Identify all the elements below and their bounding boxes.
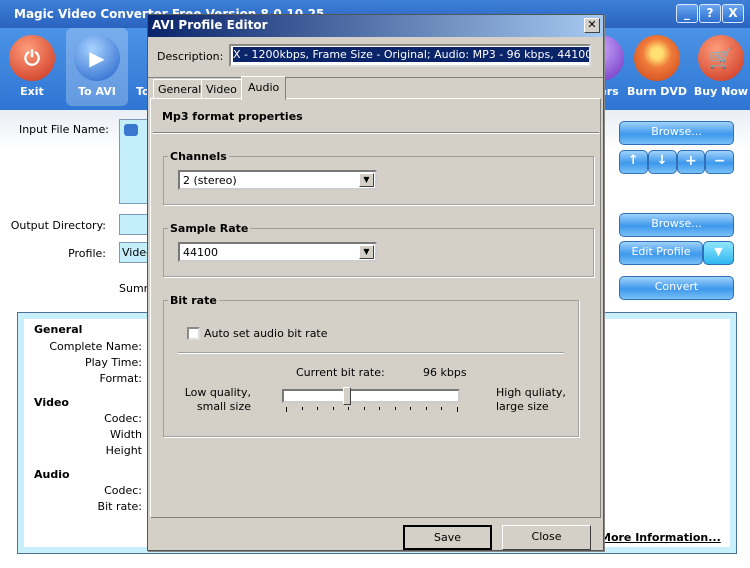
low-quality-line1: Low quality,: [184, 386, 251, 399]
audio-codec-label: Codec:: [104, 484, 142, 497]
dialog-title: AVI Profile Editor: [152, 18, 268, 32]
to-avi-label: To AVI: [78, 85, 116, 98]
avi-profile-editor-dialog: AVI Profile Editor ✕ Description: X - 12…: [147, 14, 604, 551]
slider-tick: [441, 407, 442, 410]
edit-profile-group: Edit Profile ▼: [619, 241, 734, 265]
channels-select[interactable]: 2 (stereo) ▼: [178, 170, 377, 190]
browse-output-button[interactable]: Browse...: [619, 213, 734, 237]
add-icon[interactable]: +: [676, 150, 706, 174]
complete-name-label: Complete Name:: [49, 340, 142, 353]
slider-tick: [301, 407, 303, 410]
slider-tick: [317, 407, 318, 410]
more-information-link[interactable]: More Information...: [600, 531, 721, 544]
play-time-label: Play Time:: [84, 356, 142, 369]
auto-bitrate-checkbox[interactable]: [187, 327, 200, 340]
current-bitrate-label: Current bit rate:: [296, 366, 385, 379]
tab-general[interactable]: General: [153, 79, 207, 99]
window-controls: _ ? X: [676, 4, 744, 23]
close-dialog-button[interactable]: Close: [502, 525, 591, 550]
slider-tick: [410, 407, 411, 410]
tab-audio[interactable]: Audio: [241, 76, 287, 100]
to-avi-button[interactable]: ▶ To AVI: [66, 28, 128, 106]
high-quality-line2: large size: [496, 400, 549, 413]
play-icon: ▶: [74, 35, 120, 81]
description-value: X - 1200kbps, Frame Size - Original; Aud…: [233, 47, 589, 62]
mp3-properties-heading: Mp3 format properties: [162, 110, 303, 123]
browse-input-button[interactable]: Browse...: [619, 121, 734, 145]
buy-now-button[interactable]: 🛒 Buy Now: [690, 28, 750, 106]
slider-tick: [456, 407, 458, 412]
sample-rate-value: 44100: [183, 246, 218, 259]
slider-tick: [394, 407, 396, 410]
description-input[interactable]: X - 1200kbps, Frame Size - Original; Aud…: [229, 44, 591, 67]
move-up-icon[interactable]: ↑: [619, 150, 648, 174]
sample-rate-label: Sample Rate: [168, 222, 251, 235]
burn-dvd-button[interactable]: Burn DVD: [626, 28, 688, 106]
list-controls: ↑ ↓ + −: [619, 150, 734, 174]
cart-icon: 🛒: [698, 35, 744, 81]
sample-rate-select[interactable]: 44100 ▼: [178, 242, 377, 262]
height-label: Height: [105, 444, 142, 457]
chevron-down-icon[interactable]: ▼: [359, 173, 374, 187]
exit-label: Exit: [20, 85, 44, 98]
video-codec-label: Codec:: [104, 412, 142, 425]
chevron-down-icon[interactable]: ▼: [359, 245, 374, 259]
info-audio-heading: Audio: [34, 468, 70, 481]
channels-label: Channels: [168, 150, 229, 163]
bit-rate-group-label: Bit rate: [168, 294, 219, 307]
slider-tick: [363, 407, 365, 410]
video-file-icon: [124, 124, 138, 136]
help-button[interactable]: ?: [699, 4, 721, 23]
channels-value: 2 (stereo): [183, 174, 237, 187]
save-button[interactable]: Save: [403, 525, 492, 550]
output-directory-label: Output Directory:: [10, 219, 106, 232]
slider-tick: [425, 407, 427, 410]
dialog-title-bar: AVI Profile Editor ✕: [148, 15, 603, 37]
info-video-heading: Video: [34, 396, 69, 409]
power-icon: ⏻: [9, 35, 55, 81]
low-quality-label: Low quality, small size: [168, 386, 251, 414]
chevron-down-icon[interactable]: ▼: [703, 241, 734, 265]
format-label: Format:: [99, 372, 142, 385]
slider-tick: [379, 407, 380, 410]
description-label: Description:: [157, 50, 224, 63]
width-label: Width: [110, 428, 142, 441]
dialog-close-icon[interactable]: ✕: [584, 18, 600, 33]
slider-thumb[interactable]: [343, 387, 352, 405]
auto-bitrate-label: Auto set audio bit rate: [204, 327, 328, 340]
convert-button[interactable]: Convert: [619, 276, 734, 300]
close-button[interactable]: X: [722, 4, 744, 23]
slider-tick: [286, 407, 287, 412]
input-file-label: Input File Name:: [18, 123, 109, 136]
minimize-button[interactable]: _: [676, 4, 698, 23]
slider-track: [282, 389, 460, 403]
buy-now-label: Buy Now: [693, 85, 749, 98]
disc-icon: [634, 35, 680, 81]
exit-button[interactable]: ⏻ Exit: [1, 28, 63, 106]
low-quality-line2: small size: [196, 400, 251, 413]
move-down-icon[interactable]: ↓: [647, 150, 677, 174]
bit-rate-label: Bit rate:: [97, 500, 142, 513]
tab-video[interactable]: Video: [201, 79, 242, 99]
slider-tick: [348, 407, 349, 410]
high-quality-label: High quliaty, large size: [496, 386, 566, 414]
current-bitrate-value: 96 kbps: [423, 366, 467, 379]
high-quality-line1: High quliaty,: [496, 386, 566, 399]
remove-icon[interactable]: −: [705, 150, 734, 174]
bitrate-slider[interactable]: [282, 387, 460, 419]
info-general-heading: General: [34, 323, 83, 336]
burn-dvd-label: Burn DVD: [626, 85, 688, 98]
edit-profile-button[interactable]: Edit Profile: [619, 241, 703, 265]
slider-tick: [332, 407, 334, 410]
profile-label: Profile:: [68, 247, 106, 260]
